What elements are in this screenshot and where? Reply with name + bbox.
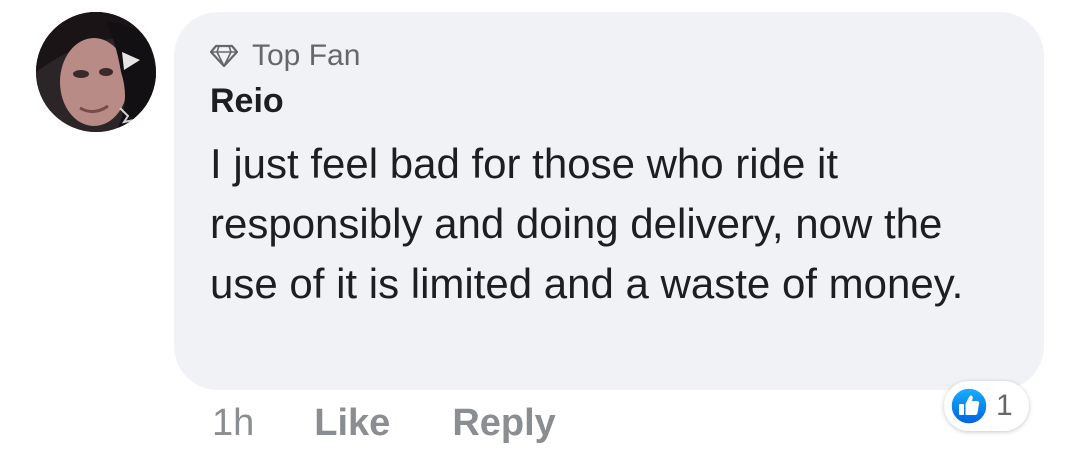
badge-label: Top Fan — [252, 39, 361, 72]
comment-actions: 1h Like Reply — [212, 398, 556, 448]
comment-text: I just feel bad for those who ride it re… — [210, 140, 964, 307]
avatar[interactable] — [36, 12, 156, 132]
thumbs-up-icon — [950, 387, 988, 425]
top-fan-badge: Top Fan — [210, 36, 360, 76]
reaction-count: 1 — [996, 389, 1013, 422]
avatar-image — [36, 12, 156, 132]
like-button[interactable]: Like — [314, 402, 390, 445]
diamond-icon — [210, 44, 238, 68]
reaction-summary[interactable]: 1 — [944, 381, 1029, 431]
reply-button[interactable]: Reply — [452, 402, 555, 445]
comment-author[interactable]: Reio — [210, 80, 284, 122]
comment-timestamp[interactable]: 1h — [212, 402, 254, 445]
